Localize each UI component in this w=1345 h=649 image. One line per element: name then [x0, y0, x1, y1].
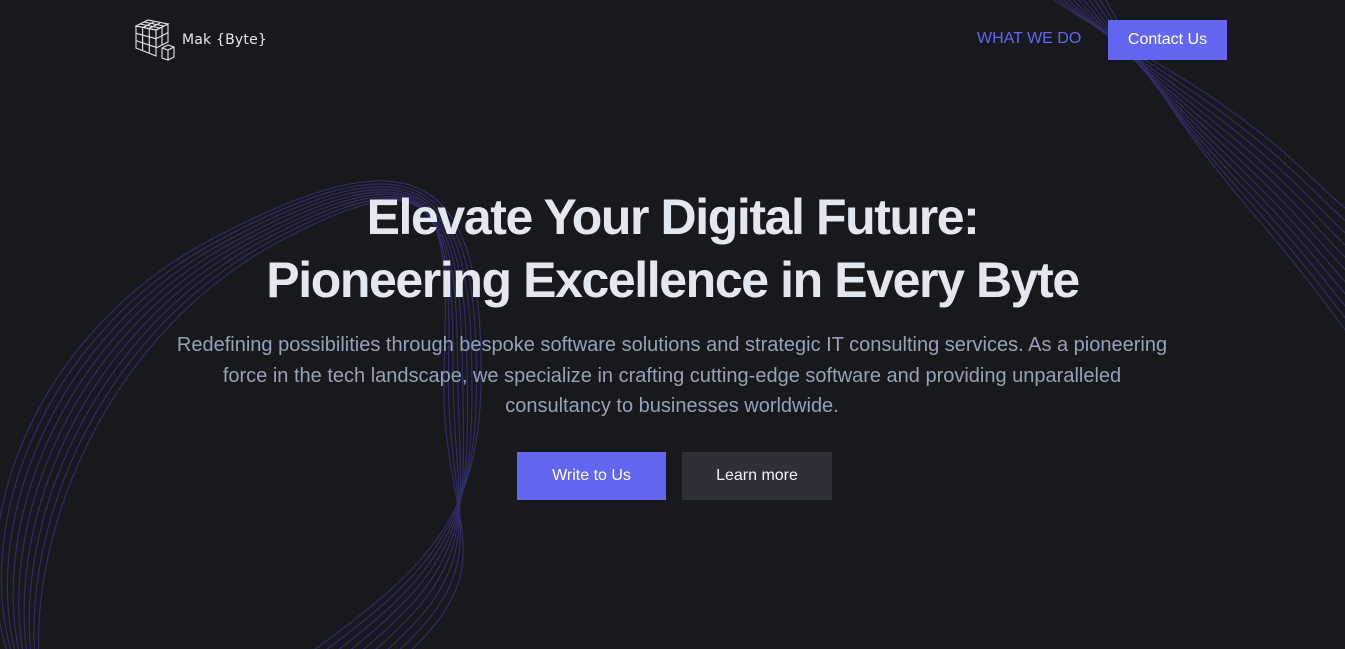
write-to-us-button[interactable]: Write to Us [517, 452, 666, 500]
hero-title: Elevate Your Digital Future: Pioneering … [0, 186, 1345, 312]
hero-title-line-1: Elevate Your Digital Future: [366, 189, 980, 245]
logo[interactable]: Mak {Byte} [134, 18, 267, 62]
learn-more-button[interactable]: Learn more [682, 452, 832, 500]
cube-grid-logo-icon [134, 19, 175, 61]
wave-lines-decoration [0, 0, 1345, 649]
contact-us-button[interactable]: Contact Us [1108, 20, 1227, 60]
hero-subtitle: Redefining possibilities through bespoke… [176, 334, 1168, 417]
hero-title-line-2: Pioneering Excellence in Every Byte [266, 252, 1080, 308]
brand-name: Mak {Byte} [182, 32, 268, 48]
nav-link-what-we-do[interactable]: WHAT WE DO [977, 30, 1081, 48]
site-header: Mak {Byte} WHAT WE DO Contact Us [0, 0, 1345, 80]
